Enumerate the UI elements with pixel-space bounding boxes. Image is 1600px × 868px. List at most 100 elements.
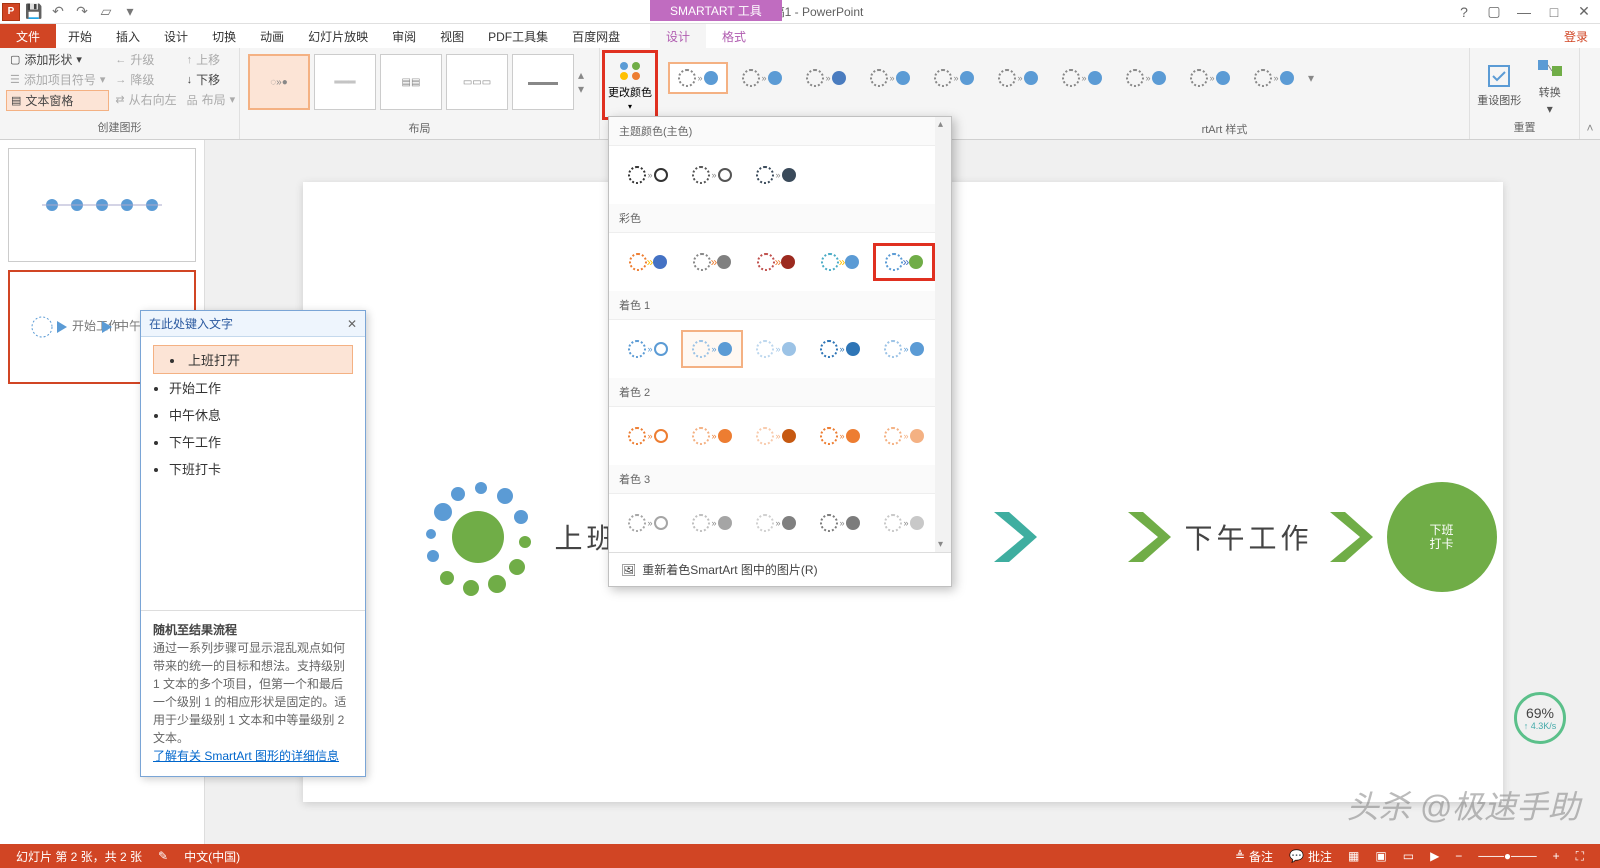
color-a3-3[interactable]: » — [745, 504, 807, 542]
color-a1-4[interactable]: » — [809, 330, 871, 368]
text-item-2[interactable]: 开始工作 — [169, 374, 353, 401]
style-thumb-10[interactable]: » — [1244, 62, 1304, 94]
fit-window-icon[interactable]: ⛶ — [1568, 849, 1592, 864]
section-theme-colors: 主题颜色(主色) — [609, 117, 951, 146]
color-a2-3[interactable]: » — [745, 417, 807, 455]
color-colorful-1[interactable]: » — [617, 243, 679, 281]
layout-thumb-1[interactable]: ◌»● — [248, 54, 310, 110]
zoom-out-icon[interactable]: − — [1447, 849, 1470, 863]
view-slideshow-icon[interactable]: ▶ — [1422, 849, 1447, 863]
section-accent-3: 着色 3 — [609, 465, 951, 494]
reset-graphic-button[interactable]: 重设图形 — [1476, 54, 1523, 116]
color-a2-1[interactable]: » — [617, 417, 679, 455]
color-colorful-3[interactable]: » — [745, 243, 807, 281]
text-pane-close-icon[interactable]: ✕ — [347, 317, 357, 331]
notes-button[interactable]: ≜ 备注 — [1227, 848, 1281, 865]
change-colors-dropdown: 主题颜色(主色) » » » 彩色 » » » » » 着色 1 » » » »… — [608, 116, 952, 587]
color-a2-2[interactable]: » — [681, 417, 743, 455]
view-normal-icon[interactable]: ▦ — [1340, 849, 1367, 863]
save-icon[interactable]: 💾 — [24, 2, 44, 22]
style-thumb-9[interactable]: » — [1180, 62, 1240, 94]
color-theme-1[interactable]: » — [617, 156, 679, 194]
text-item-5[interactable]: 下班打卡 — [169, 455, 353, 482]
color-a3-4[interactable]: » — [809, 504, 871, 542]
tab-baidu[interactable]: 百度网盘 — [560, 24, 632, 49]
dropdown-scrollbar[interactable] — [935, 117, 951, 552]
view-sorter-icon[interactable]: ▣ — [1367, 849, 1394, 863]
maximize-icon[interactable]: □ — [1542, 2, 1566, 22]
login-link[interactable]: 登录 — [1564, 28, 1600, 45]
color-theme-3[interactable]: » — [745, 156, 807, 194]
convert-button[interactable]: 转换▾ — [1527, 54, 1574, 116]
minimize-icon[interactable]: — — [1512, 2, 1536, 22]
move-up-button: ↑ 上移 — [183, 50, 240, 69]
status-bar: 幻灯片 第 2 张，共 2 张 ✎ 中文(中国) ≜ 备注 💬 批注 ▦ ▣ ▭… — [0, 844, 1600, 868]
move-down-button[interactable]: ↓ 下移 — [183, 70, 240, 89]
color-theme-2[interactable]: » — [681, 156, 743, 194]
slide-thumb-1[interactable] — [8, 148, 196, 262]
tab-animations[interactable]: 动画 — [248, 24, 296, 49]
layout-thumb-3[interactable]: ▤▤ — [380, 54, 442, 110]
text-pane-title: 在此处键入文字 — [149, 315, 233, 332]
spellcheck-icon[interactable]: ✎ — [150, 849, 176, 863]
color-a2-4[interactable]: » — [809, 417, 871, 455]
tab-transitions[interactable]: 切换 — [200, 24, 248, 49]
language-indicator[interactable]: 中文(中国) — [176, 848, 248, 865]
color-colorful-2[interactable]: » — [681, 243, 743, 281]
add-shape-button[interactable]: ▢ 添加形状 ▾ — [6, 50, 109, 69]
recolor-pictures-item[interactable]: 🖼 重新着色SmartArt 图中的图片(R) — [609, 552, 951, 586]
tab-pdf[interactable]: PDF工具集 — [476, 24, 560, 49]
style-thumb-3[interactable]: » — [796, 62, 856, 94]
qat-dropdown-icon[interactable]: ▾ — [120, 2, 140, 22]
close-icon[interactable]: ✕ — [1572, 2, 1596, 22]
text-item-4[interactable]: 下午工作 — [169, 428, 353, 455]
collapse-ribbon-icon[interactable]: ˄ — [1580, 48, 1600, 139]
start-slideshow-icon[interactable]: ▱ — [96, 2, 116, 22]
style-thumb-5[interactable]: » — [924, 62, 984, 94]
tab-file[interactable]: 文件 — [0, 24, 56, 48]
zoom-in-icon[interactable]: + — [1545, 849, 1568, 863]
tab-design[interactable]: 设计 — [152, 24, 200, 49]
tab-home[interactable]: 开始 — [56, 24, 104, 49]
group-label-reset: 重置 — [1476, 119, 1573, 137]
tab-smartart-design[interactable]: 设计 — [650, 24, 706, 49]
style-thumb-7[interactable]: » — [1052, 62, 1112, 94]
ribbon-options-icon[interactable]: ▢ — [1482, 2, 1506, 22]
style-thumb-6[interactable]: » — [988, 62, 1048, 94]
layout-thumb-4[interactable]: ▭▭▭ — [446, 54, 508, 110]
color-colorful-4[interactable]: » — [809, 243, 871, 281]
color-a1-2[interactable]: » — [681, 330, 743, 368]
color-a3-1[interactable]: » — [617, 504, 679, 542]
style-thumb-8[interactable]: » — [1116, 62, 1176, 94]
text-pane-toggle[interactable]: ▤ 文本窗格 — [6, 90, 109, 111]
learn-more-link[interactable]: 了解有关 SmartArt 图形的详细信息 — [153, 749, 339, 763]
color-a1-1[interactable]: » — [617, 330, 679, 368]
tab-insert[interactable]: 插入 — [104, 24, 152, 49]
color-a3-5[interactable]: » — [873, 504, 935, 542]
tab-review[interactable]: 审阅 — [380, 24, 428, 49]
tab-slideshow[interactable]: 幻灯片放映 — [296, 24, 380, 49]
color-a1-5[interactable]: » — [873, 330, 935, 368]
redo-icon[interactable]: ↷ — [72, 2, 92, 22]
color-colorful-5[interactable]: » — [873, 243, 935, 281]
layout-thumb-2[interactable]: ═══ — [314, 54, 376, 110]
change-colors-button[interactable]: 更改颜色 ▾ — [602, 50, 658, 120]
smartart-text-pane[interactable]: 在此处键入文字 ✕ 上班打开 开始工作 中午休息 下午工作 下班打卡 随机至结果… — [140, 310, 366, 777]
color-a2-5[interactable]: » — [873, 417, 935, 455]
undo-icon[interactable]: ↶ — [48, 2, 68, 22]
view-reading-icon[interactable]: ▭ — [1395, 849, 1422, 863]
color-a1-3[interactable]: » — [745, 330, 807, 368]
tab-view[interactable]: 视图 — [428, 24, 476, 49]
text-item-1[interactable]: 上班打开 — [153, 345, 353, 374]
text-item-3[interactable]: 中午休息 — [169, 401, 353, 428]
color-a3-2[interactable]: » — [681, 504, 743, 542]
layout-thumb-5[interactable]: ▬▬▬ — [512, 54, 574, 110]
zoom-slider[interactable]: ───●─── — [1470, 849, 1544, 863]
slide-counter: 幻灯片 第 2 张，共 2 张 — [8, 848, 150, 865]
help-icon[interactable]: ? — [1452, 2, 1476, 22]
tab-smartart-format[interactable]: 格式 — [706, 24, 762, 49]
style-thumb-4[interactable]: » — [860, 62, 920, 94]
style-thumb-2[interactable]: » — [732, 62, 792, 94]
style-thumb-1[interactable]: » — [668, 62, 728, 94]
comments-button[interactable]: 💬 批注 — [1281, 848, 1340, 865]
